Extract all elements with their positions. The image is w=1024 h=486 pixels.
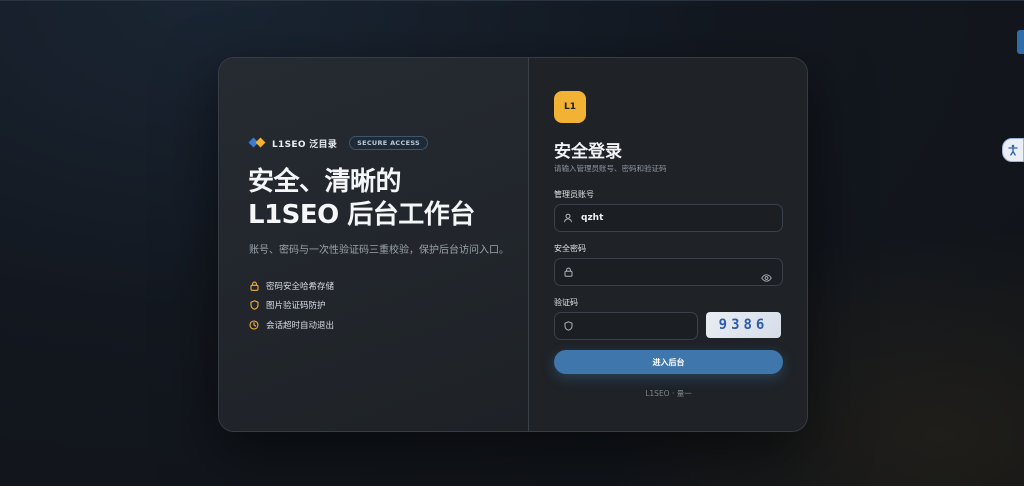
app-logo: L1: [554, 91, 586, 123]
captcha-field[interactable]: [554, 312, 698, 340]
brand-logo-icon: [248, 137, 266, 148]
login-form-panel: L1 安全登录 请输入管理员账号、密码和验证码 管理员账号 qzht 安全密码: [529, 58, 807, 431]
top-border: [0, 0, 1024, 1]
captcha-image[interactable]: 9386: [706, 312, 781, 338]
username-value: qzht: [581, 213, 604, 223]
user-icon: [555, 213, 581, 223]
headline-line-1: 安全、清晰的: [248, 167, 402, 197]
hero-subtitle: 账号、密码与一次性验证码三重校验，保护后台访问入口。: [249, 245, 509, 256]
feature-text: 密码安全哈希存储: [266, 281, 335, 292]
lock-icon: [249, 281, 259, 291]
accessibility-button[interactable]: [1002, 138, 1024, 162]
form-title: 安全登录: [554, 142, 622, 162]
accessibility-icon: [1008, 144, 1018, 156]
side-tab[interactable]: [1017, 30, 1024, 54]
username-field[interactable]: qzht: [554, 204, 783, 232]
brand: L1SEO 泛目录 SECURE ACCESS: [248, 136, 428, 150]
headline-line-2: L1SEO 后台工作台: [248, 200, 475, 230]
feature-text: 会话超时自动退出: [266, 320, 335, 331]
clock-icon: [249, 320, 259, 330]
brand-name: L1SEO 泛目录: [272, 139, 338, 150]
feature-list: 密码安全哈希存储 图片验证码防护 会话超时自动退出: [249, 276, 334, 335]
form-subtitle: 请输入管理员账号、密码和验证码: [554, 164, 667, 173]
intro-panel: L1SEO 泛目录 SECURE ACCESS 安全、清晰的 L1SEO 后台工…: [219, 58, 529, 431]
shield-icon: [249, 300, 259, 311]
password-field[interactable]: [554, 258, 783, 286]
shield-icon: [555, 321, 581, 331]
eye-icon[interactable]: [761, 267, 772, 286]
submit-button[interactable]: 进入后台: [554, 350, 783, 374]
headline: 安全、清晰的 L1SEO 后台工作台: [248, 166, 475, 232]
login-card: L1SEO 泛目录 SECURE ACCESS 安全、清晰的 L1SEO 后台工…: [218, 57, 808, 432]
feature-item: 图片验证码防护: [249, 296, 334, 316]
captcha-label: 验证码: [554, 298, 578, 307]
secure-access-badge: SECURE ACCESS: [349, 136, 428, 150]
feature-item: 密码安全哈希存储: [249, 276, 334, 296]
feature-text: 图片验证码防护: [266, 301, 326, 312]
username-label: 管理员账号: [554, 190, 594, 199]
footer-text: L1SEO · 量一: [645, 389, 692, 398]
lock-icon: [555, 267, 581, 277]
feature-item: 会话超时自动退出: [249, 315, 334, 335]
password-label: 安全密码: [554, 244, 586, 253]
